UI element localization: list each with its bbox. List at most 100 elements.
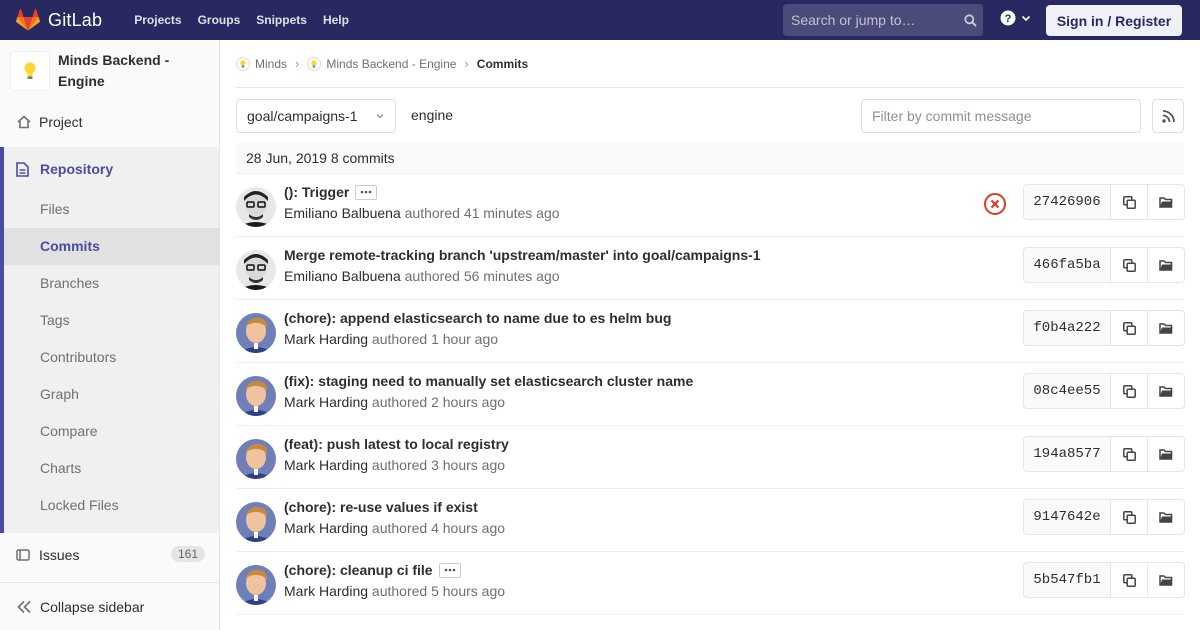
copy-icon <box>1122 258 1136 272</box>
commit-sha-button[interactable]: 194a8577 <box>1023 436 1111 472</box>
folder-open-icon <box>1159 512 1173 523</box>
pipeline-failed-icon[interactable] <box>983 192 1007 216</box>
path-link[interactable]: engine <box>411 107 453 123</box>
commit-sha-button[interactable]: f0b4a222 <box>1023 310 1111 346</box>
nav-help[interactable]: Help <box>315 0 357 40</box>
commit-title: (feat): push latest to local registry <box>284 436 509 452</box>
browse-files-button[interactable] <box>1148 310 1185 346</box>
sidebar-item-contributors[interactable]: Contributors <box>4 339 219 376</box>
commit-sha-group: 466fa5ba <box>1023 247 1185 283</box>
commit-authored-text: authored <box>371 583 428 599</box>
search-icon <box>957 13 983 27</box>
issues-label: Issues <box>39 547 80 563</box>
author-avatar[interactable] <box>236 565 276 605</box>
browse-files-button[interactable] <box>1148 247 1185 283</box>
expand-description-button[interactable] <box>355 184 378 200</box>
sidebar-item-tags[interactable]: Tags <box>4 302 219 339</box>
commit-time: 4 hours ago <box>431 520 506 536</box>
copy-sha-button[interactable] <box>1111 562 1148 598</box>
project-name: Minds Backend - Engine <box>58 50 169 92</box>
sidebar-item-label: Project <box>39 114 83 130</box>
lightbulb-icon <box>236 56 250 71</box>
commit-title-link[interactable]: (fix): staging need to manually set elas… <box>284 373 693 389</box>
nav-projects[interactable]: Projects <box>126 0 189 40</box>
branch-selector[interactable]: goal/campaigns-1 <box>236 99 396 133</box>
collapse-sidebar-button[interactable]: Collapse sidebar <box>0 582 219 630</box>
branch-name: goal/campaigns-1 <box>247 108 358 124</box>
commit-sha-button[interactable]: 466fa5ba <box>1023 247 1111 283</box>
sidebar-item-repository[interactable]: Repository <box>4 147 219 191</box>
browse-files-button[interactable] <box>1148 562 1185 598</box>
author-avatar[interactable] <box>236 376 276 416</box>
copy-sha-button[interactable] <box>1111 373 1148 409</box>
commit-sha-button[interactable]: 9147642e <box>1023 499 1111 535</box>
commit-sha-button[interactable]: 08c4ee55 <box>1023 373 1111 409</box>
commit-author-link[interactable]: Mark Harding <box>284 583 368 599</box>
browse-files-button[interactable] <box>1148 184 1185 220</box>
sign-in-button[interactable]: Sign in / Register <box>1046 5 1182 36</box>
sidebar-item-graph[interactable]: Graph <box>4 376 219 413</box>
browse-files-button[interactable] <box>1148 373 1185 409</box>
ellipsis-icon <box>361 190 372 194</box>
commit-author-link[interactable]: Mark Harding <box>284 520 368 536</box>
folder-open-icon <box>1159 575 1173 586</box>
expand-description-button[interactable] <box>438 562 461 578</box>
help-dropdown[interactable]: ? <box>1000 10 1032 26</box>
sidebar-item-locked-files[interactable]: Locked Files <box>4 487 219 524</box>
commit-sha-group: 194a8577 <box>1023 436 1185 472</box>
rss-button[interactable] <box>1152 99 1184 133</box>
search-input[interactable]: Search or jump to… <box>783 4 983 36</box>
project-header[interactable]: Minds Backend - Engine <box>0 40 219 102</box>
commit-authored-text: authored <box>404 268 460 284</box>
author-avatar[interactable] <box>236 502 276 542</box>
doc-icon <box>16 161 32 177</box>
sidebar-item-files[interactable]: Files <box>4 191 219 228</box>
author-avatar[interactable] <box>236 250 276 290</box>
commit-author-link[interactable]: Mark Harding <box>284 394 368 410</box>
ellipsis-icon <box>444 568 455 572</box>
breadcrumb-minds[interactable]: Minds <box>236 56 287 71</box>
commit-authored-text: authored <box>371 331 428 347</box>
gitlab-logo[interactable]: GitLab <box>16 0 102 40</box>
folder-open-icon <box>1159 197 1173 208</box>
nav-snippets[interactable]: Snippets <box>248 0 315 40</box>
nav-links: Projects Groups Snippets Help <box>126 0 357 40</box>
commits-controls: goal/campaigns-1 engine Filter by commit… <box>236 99 1184 133</box>
commit-author-link[interactable]: Emiliano Balbuena <box>284 205 401 221</box>
commit-author-link[interactable]: Mark Harding <box>284 457 368 473</box>
sidebar-item-compare[interactable]: Compare <box>4 413 219 450</box>
commit-title-link[interactable]: (chore): append elasticsearch to name du… <box>284 310 671 326</box>
commit-sha-button[interactable]: 5b547fb1 <box>1023 562 1111 598</box>
commit-title-link[interactable]: (feat): push latest to local registry <box>284 436 509 452</box>
author-avatar[interactable] <box>236 313 276 353</box>
copy-sha-button[interactable] <box>1111 184 1148 220</box>
breadcrumb-current[interactable]: Commits <box>477 57 528 71</box>
copy-sha-button[interactable] <box>1111 499 1148 535</box>
commit-title-link[interactable]: Merge remote-tracking branch 'upstream/m… <box>284 247 761 263</box>
copy-sha-button[interactable] <box>1111 310 1148 346</box>
author-avatar[interactable] <box>236 439 276 479</box>
copy-sha-button[interactable] <box>1111 247 1148 283</box>
commit-author-link[interactable]: Emiliano Balbuena <box>284 268 401 284</box>
sidebar-item-project[interactable]: Project <box>0 102 219 142</box>
commit-authored-text: authored <box>371 457 428 473</box>
commit-title: (chore): re-use values if exist <box>284 499 478 515</box>
sidebar-item-branches[interactable]: Branches <box>4 265 219 302</box>
sidebar-item-charts[interactable]: Charts <box>4 450 219 487</box>
sidebar-item-commits[interactable]: Commits <box>4 228 219 265</box>
copy-sha-button[interactable] <box>1111 436 1148 472</box>
filter-commit-input[interactable]: Filter by commit message <box>861 99 1141 133</box>
breadcrumb-project[interactable]: Minds Backend - Engine <box>307 56 456 71</box>
commit-title-link[interactable]: (): Trigger <box>284 184 349 200</box>
copy-icon <box>1122 195 1136 209</box>
commit-title-link[interactable]: (chore): cleanup ci file <box>284 562 433 578</box>
browse-files-button[interactable] <box>1148 436 1185 472</box>
author-avatar[interactable] <box>236 187 276 227</box>
nav-groups[interactable]: Groups <box>190 0 249 40</box>
commit-author-link[interactable]: Mark Harding <box>284 331 368 347</box>
commit-row: (chore): append elasticsearch to name du… <box>236 300 1185 363</box>
commit-title-link[interactable]: (chore): re-use values if exist <box>284 499 478 515</box>
browse-files-button[interactable] <box>1148 499 1185 535</box>
sidebar-item-issues[interactable]: Issues 161 <box>0 535 219 575</box>
commit-sha-button[interactable]: 27426906 <box>1023 184 1111 220</box>
